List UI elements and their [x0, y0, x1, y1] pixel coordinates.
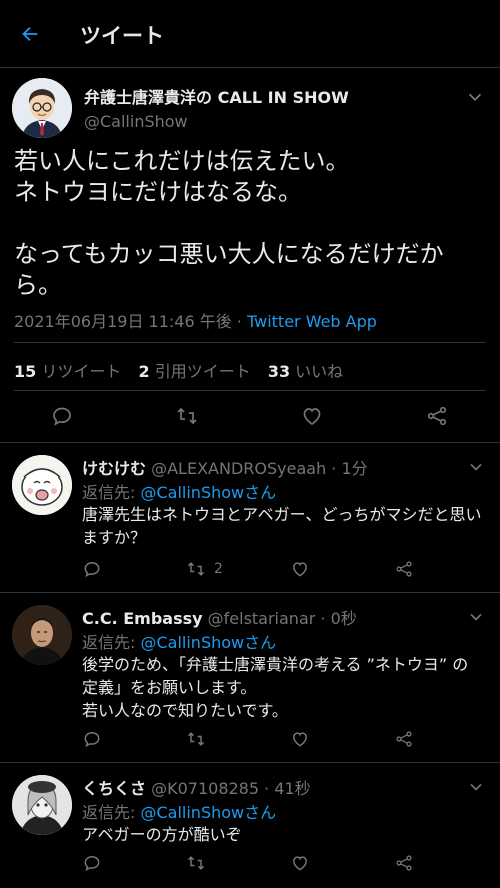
page-title: ツイート	[80, 24, 164, 48]
retweet-stat[interactable]: 15 リツイート	[14, 362, 121, 381]
divider	[14, 390, 486, 391]
reply-text: 後学のため、「弁護士唐澤貴洋の考える ”ネトウヨ” の定義」をお願いします。 若…	[82, 655, 469, 720]
tweet-datetime: 2021年06月19日 11:46 午後 ·	[14, 312, 247, 331]
reply-author-handle[interactable]: @felstarianar	[208, 609, 316, 628]
retweet-icon[interactable]: 2	[186, 559, 223, 579]
reply-header: くちくさ @K07108285 · 41秒	[82, 775, 311, 799]
reply-actions	[82, 853, 492, 877]
retweet-icon[interactable]	[173, 402, 201, 430]
avatar[interactable]	[12, 78, 72, 138]
author-name[interactable]: 弁護士唐澤貴洋の CALL IN SHOW	[84, 84, 349, 108]
reply-time: · 0秒	[320, 609, 357, 628]
retweet-icon[interactable]	[186, 853, 206, 873]
reply-actions: 2	[82, 559, 492, 583]
avatar[interactable]	[12, 605, 72, 665]
reply-author-handle[interactable]: @ALEXANDROSyeaah	[151, 459, 326, 478]
avatar[interactable]	[12, 775, 72, 835]
tweet-meta: 2021年06月19日 11:46 午後 · Twitter Web App	[14, 308, 377, 332]
avatar[interactable]	[12, 455, 72, 515]
share-icon[interactable]	[394, 559, 414, 579]
reply-actions	[82, 729, 492, 753]
reply-author-name[interactable]: C.C. Embassy	[82, 609, 203, 628]
heart-icon[interactable]	[298, 402, 326, 430]
reply-to-line: 返信先: @CallinShowさん	[82, 483, 277, 502]
divider	[14, 342, 486, 343]
chevron-down-icon[interactable]	[466, 457, 486, 477]
share-icon[interactable]	[394, 853, 414, 873]
chevron-down-icon[interactable]	[464, 86, 486, 108]
reply-icon[interactable]	[82, 853, 102, 873]
reply-author-handle[interactable]: @K07108285	[151, 779, 259, 798]
reply-time: · 1分	[331, 459, 368, 478]
heart-icon[interactable]	[290, 559, 310, 579]
reply-header: けむけむ @ALEXANDROSyeaah · 1分	[82, 455, 368, 479]
quote-stat[interactable]: 2 引用ツイート	[138, 362, 250, 381]
tweet-text: 若い人にこれだけは伝えたい。 ネトウヨにだけはなるな。 なってもカッコ悪い大人に…	[14, 147, 444, 299]
top-bar: ツイート	[0, 0, 500, 68]
heart-icon[interactable]	[290, 729, 310, 749]
tweet-source-link[interactable]: Twitter Web App	[247, 312, 377, 331]
tweet-stats: 15 リツイート 2 引用ツイート 33 いいね	[14, 358, 355, 382]
reply-tweet[interactable]: C.C. Embassy @felstarianar · 0秒 返信先: @Ca…	[0, 592, 500, 762]
like-stat[interactable]: 33 いいね	[268, 362, 343, 381]
reply-text: 唐澤先生はネトウヨとアベガー、どっちがマシだと思いますか？	[82, 505, 482, 547]
share-icon[interactable]	[394, 729, 414, 749]
reply-icon[interactable]	[82, 729, 102, 749]
reply-icon[interactable]	[82, 559, 102, 579]
reply-tweet[interactable]: くちくさ @K07108285 · 41秒 返信先: @CallinShowさん…	[0, 762, 500, 888]
retweet-count: 2	[214, 561, 223, 577]
reply-to-line: 返信先: @CallinShowさん	[82, 633, 277, 652]
chevron-down-icon[interactable]	[466, 777, 486, 797]
reply-time: · 41秒	[264, 779, 311, 798]
reply-to-link[interactable]: @CallinShowさん	[140, 803, 276, 822]
reply-to-line: 返信先: @CallinShowさん	[82, 803, 277, 822]
reply-text: アベガーの方が酷いぞ	[82, 825, 242, 844]
reply-tweet[interactable]: けむけむ @ALEXANDROSyeaah · 1分 返信先: @CallinS…	[0, 442, 500, 592]
reply-author-name[interactable]: くちくさ	[82, 779, 146, 798]
heart-icon[interactable]	[290, 853, 310, 873]
retweet-icon[interactable]	[186, 729, 206, 749]
back-arrow-icon[interactable]	[14, 18, 46, 50]
reply-to-link[interactable]: @CallinShowさん	[140, 633, 276, 652]
reply-to-link[interactable]: @CallinShowさん	[140, 483, 276, 502]
reply-header: C.C. Embassy @felstarianar · 0秒	[82, 605, 357, 629]
tweet-actions	[0, 396, 500, 436]
reply-author-name[interactable]: けむけむ	[82, 459, 146, 478]
chevron-down-icon[interactable]	[466, 607, 486, 627]
reply-icon[interactable]	[48, 402, 76, 430]
share-icon[interactable]	[423, 402, 451, 430]
author-handle[interactable]: @CallinShow	[84, 112, 188, 131]
